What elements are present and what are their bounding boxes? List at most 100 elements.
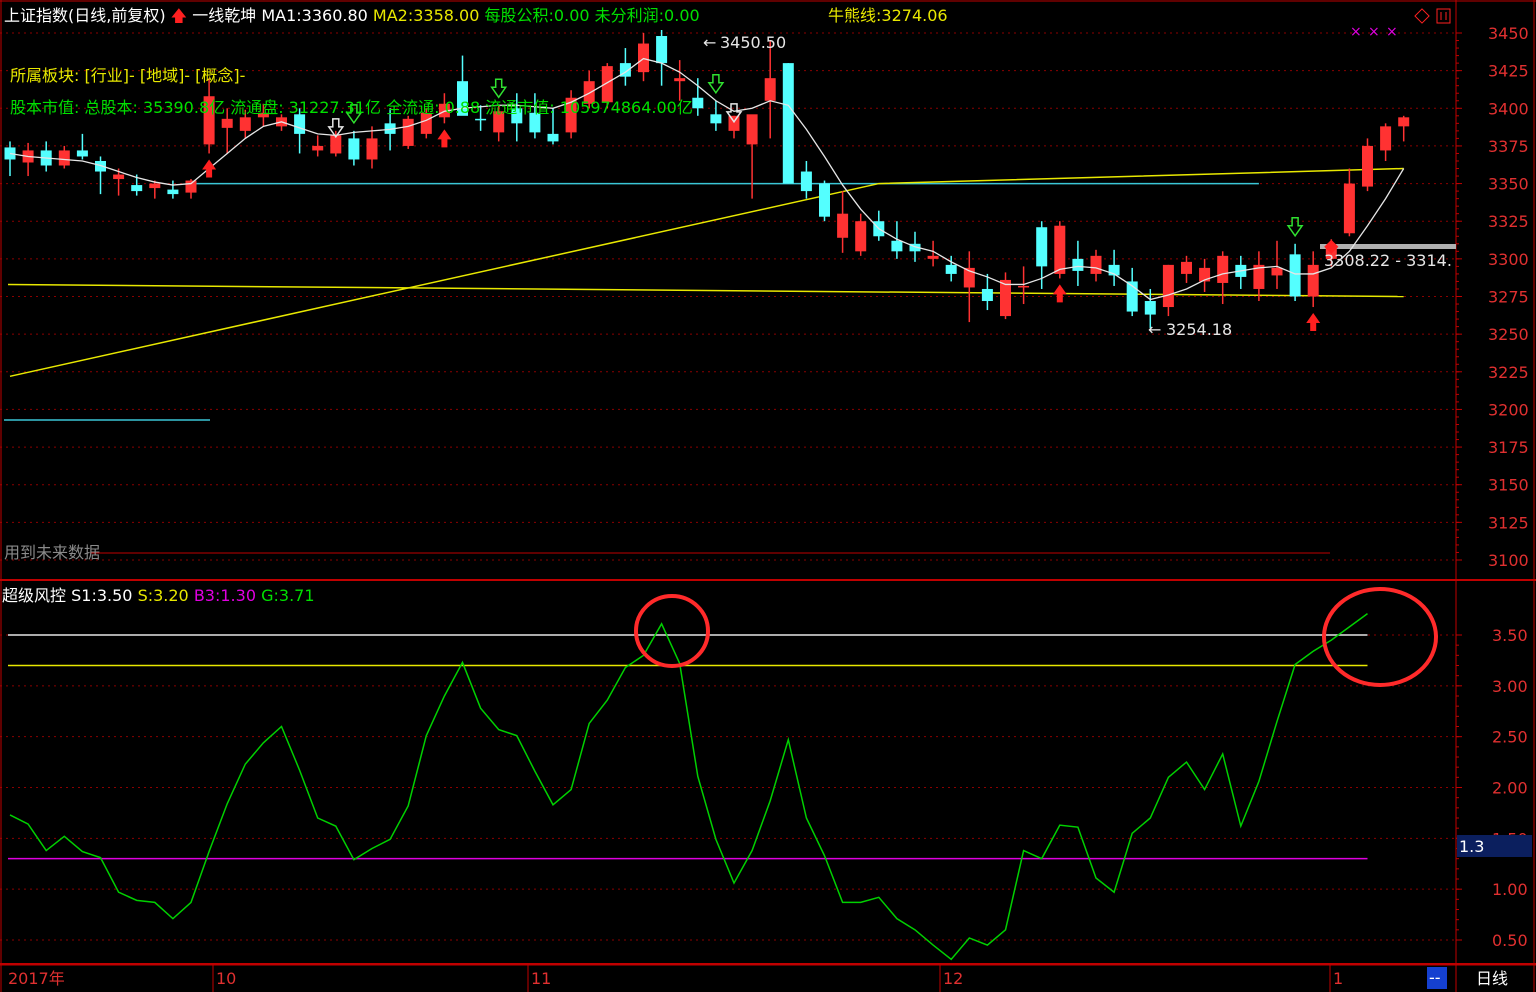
price-tick-label: 3225	[1488, 363, 1529, 382]
range-annotation: 3308.22 - 3314.	[1324, 251, 1452, 270]
price-tick-label: 3325	[1488, 212, 1529, 231]
candle-body	[656, 36, 668, 64]
indicator-name[interactable]: 一线乾坤	[192, 6, 256, 25]
candle-body	[710, 114, 722, 124]
candle-body	[800, 171, 812, 192]
candle-body	[1289, 254, 1301, 297]
capital-info: 股本市值: 总股本: 35390.8亿 流通盘: 31227.31亿 全流通: …	[10, 98, 693, 117]
candle-body	[746, 114, 758, 145]
candle-body	[1018, 285, 1030, 288]
price-tick-label: 3425	[1488, 62, 1529, 81]
candle-body	[782, 63, 794, 184]
candle-body	[855, 221, 867, 252]
ma1-value: 3360.80	[301, 6, 368, 25]
up-arrow-icon: 🡅	[170, 6, 188, 25]
month-label-oct: 10	[216, 969, 236, 988]
candle-body	[131, 185, 143, 192]
price-tick-label: 3375	[1488, 137, 1529, 156]
period-label[interactable]: 日线	[1476, 969, 1508, 988]
s1-label: S1:	[71, 586, 97, 605]
candle-body	[76, 150, 88, 157]
candle-body	[348, 138, 360, 160]
candle-body	[149, 183, 161, 189]
candle-body	[1380, 126, 1392, 151]
price-tick-label: 3350	[1488, 175, 1529, 194]
candle-body	[819, 183, 830, 217]
candle-body	[1162, 264, 1174, 308]
candle-body	[167, 189, 179, 195]
candle-body	[1000, 279, 1011, 317]
stock-chart[interactable]: 3100 3125 3150 3175 3200 3225 3250 3275 3300 3325…	[0, 0, 1536, 992]
candle-body	[981, 288, 993, 302]
indicator-tick-label: 3.50	[1492, 626, 1528, 645]
price-tick-label: 3150	[1488, 476, 1529, 495]
candle-body	[547, 133, 559, 142]
high-annotation-arrow: ←	[703, 33, 716, 52]
ma2-value: 3358.00	[413, 6, 480, 25]
low-annotation-arrow: ←	[1148, 320, 1161, 339]
price-tick-label: 3125	[1488, 513, 1529, 532]
candle-body	[837, 213, 849, 238]
subchart-name[interactable]: 超级风控	[2, 586, 66, 605]
candle-body	[239, 117, 251, 131]
candle-body	[692, 97, 704, 109]
candle-body	[1307, 264, 1319, 297]
current-value-text: 1.3	[1459, 837, 1484, 856]
index-name[interactable]: 上证指数(日线,前复权)	[4, 6, 166, 25]
month-label-nov: 11	[531, 969, 551, 988]
indicator-tick-label: 2.00	[1492, 779, 1528, 798]
chart-header: 上证指数(日线,前复权) 🡅 一线乾坤 MA1:3360.80 MA2:3358…	[4, 6, 700, 26]
candle-body	[185, 180, 197, 193]
s1-value: 3.50	[96, 586, 133, 605]
sector-info: 所属板块: [行业]- [地域]- [概念]-	[10, 66, 246, 85]
price-tick-label: 3400	[1488, 99, 1529, 118]
candle-body	[1144, 301, 1156, 315]
candle-body	[58, 150, 70, 166]
candle-body	[1217, 255, 1229, 283]
price-tick-label: 3100	[1488, 551, 1529, 570]
undist-label: 未分利润:	[594, 6, 665, 25]
low-annotation: 3254.18	[1166, 320, 1232, 339]
price-tick-label: 3300	[1488, 250, 1529, 269]
magenta-dots: × × ×	[1350, 24, 1398, 40]
candle-body	[1343, 183, 1355, 234]
svg-text:×: ×	[1350, 24, 1362, 40]
b3-value: 1.30	[220, 586, 256, 605]
eps-label: 每股公积:	[484, 6, 554, 25]
s-value: 3.20	[153, 586, 189, 605]
period-toggle-label[interactable]: --	[1429, 968, 1441, 987]
candle-body	[402, 118, 414, 146]
svg-text:×: ×	[1386, 24, 1398, 40]
indicator-tick-label: 2.50	[1492, 728, 1528, 747]
candle-body	[927, 255, 939, 259]
year-label: 2017年	[8, 969, 65, 988]
g-value: 3.71	[278, 586, 315, 605]
price-tick-label: 3200	[1488, 400, 1529, 419]
candle-body	[674, 78, 686, 82]
candle-body	[764, 78, 776, 101]
price-tick-label: 3275	[1488, 288, 1529, 307]
candle-body	[221, 118, 233, 128]
bull-bear-value: 3274.06	[881, 6, 948, 25]
g-label: G:	[261, 586, 279, 605]
indicator-tick-label: 0.50	[1492, 931, 1528, 950]
candle-body	[728, 115, 740, 131]
future-data-label: 用到未来数据	[4, 543, 100, 562]
candle-body	[1362, 145, 1373, 187]
candle-body	[1271, 267, 1283, 276]
month-label-dec: 12	[943, 969, 963, 988]
svg-text:×: ×	[1368, 24, 1380, 40]
candle-body	[475, 118, 487, 121]
b3-label: B3:	[193, 586, 221, 605]
candle-body	[945, 264, 957, 274]
chart-background	[0, 0, 1536, 992]
month-label-jan: 1	[1333, 969, 1343, 988]
candle-body	[1181, 261, 1192, 274]
candle-body	[1398, 117, 1410, 127]
candle-body	[891, 240, 903, 252]
bull-bear-label: 牛熊线:	[828, 6, 882, 25]
ma1-label: MA1:	[261, 6, 302, 25]
price-tick-label: 3175	[1488, 438, 1529, 457]
candle-body	[1054, 225, 1066, 274]
ma2-label: MA2:	[372, 6, 414, 25]
